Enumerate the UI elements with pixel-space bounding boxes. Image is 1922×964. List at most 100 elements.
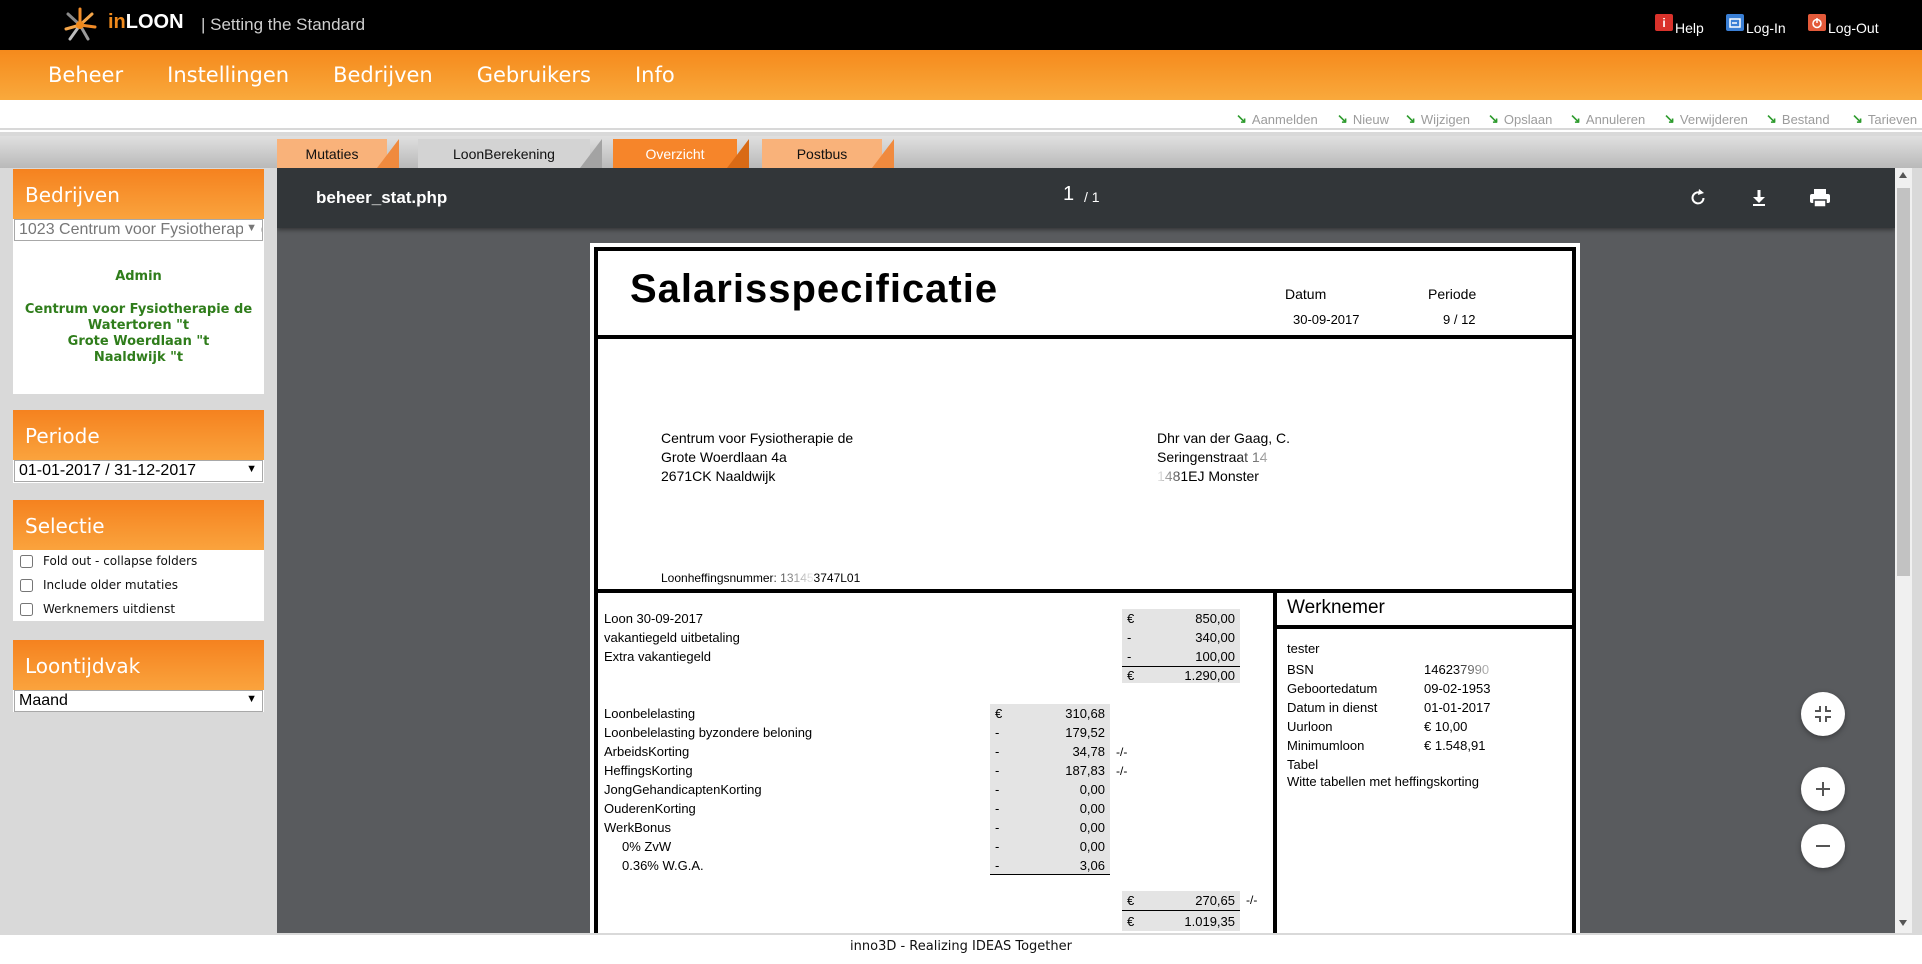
vertical-scrollbar[interactable] (1895, 168, 1912, 933)
currency: € (1127, 914, 1135, 929)
nav-info[interactable]: Info (617, 63, 693, 87)
tax-labels: Loonbelelasting Loonbelelasting byzonder… (604, 704, 812, 875)
login-link[interactable]: Log-In (1726, 14, 1786, 36)
tab-postbus[interactable]: Postbus (762, 139, 894, 168)
fit-page-button[interactable] (1801, 692, 1845, 736)
nav-beheer[interactable]: Beheer (30, 63, 141, 87)
currency: € (1127, 668, 1135, 683)
tax-label: JongGehandicaptenKorting (604, 782, 762, 797)
currency: € (995, 706, 1003, 721)
help-link[interactable]: i Help (1655, 14, 1704, 36)
werknemer-field-label: Tabel (1287, 757, 1319, 772)
print-icon[interactable] (1806, 184, 1834, 212)
loontijdvak-title: Loontijdvak (13, 640, 264, 690)
brand-name: inLOON (108, 11, 184, 34)
checkbox-label: Include older mutaties (43, 578, 178, 592)
currency: - (1127, 649, 1132, 664)
periode-title: Periode (13, 410, 264, 460)
currency: - (995, 858, 1000, 873)
tool-label: Aanmelden (1251, 111, 1318, 127)
plus-icon (1816, 782, 1830, 796)
tab-overzicht[interactable]: Overzicht (613, 139, 749, 168)
nav-bedrijven[interactable]: Bedrijven (315, 63, 451, 87)
checkbox-label: Fold out - collapse folders (43, 554, 198, 568)
fold-out-checkbox[interactable] (20, 554, 33, 568)
include-older-checkbox[interactable] (20, 578, 33, 592)
werknemer-field-label: Geboortedatum (1287, 681, 1378, 696)
arrow-down-right-icon: ↘ (1337, 111, 1348, 126)
power-icon (1808, 14, 1826, 31)
periode-label: Periode (1428, 286, 1477, 302)
scroll-up-icon[interactable] (1899, 172, 1907, 178)
arrow-down-right-icon: ↘ (1405, 111, 1416, 126)
tool-nieuw[interactable]: ↘ Nieuw (1337, 111, 1389, 127)
werknemer-field-label: Datum in dienst (1287, 700, 1378, 715)
currency: - (1127, 630, 1132, 645)
werknemer-field-label: Uurloon (1287, 719, 1333, 734)
werknemers-uitdienst-checkbox-row[interactable]: Werknemers uitdienst (20, 602, 175, 616)
zoom-out-button[interactable] (1801, 824, 1845, 868)
arrow-down-right-icon: ↘ (1664, 111, 1675, 126)
income-label: Loon 30-09-2017 (604, 611, 704, 626)
scroll-down-icon[interactable] (1899, 920, 1907, 926)
loontijdvak-select[interactable]: Maand ▼ (14, 690, 263, 712)
nav-gebruikers[interactable]: Gebruikers (459, 63, 609, 87)
werknemers-uitdienst-checkbox[interactable] (20, 602, 33, 616)
periode-panel: Periode 01-01-2017 / 31-12-2017 ▼ (13, 410, 264, 483)
net-total: 1.019,35 (1184, 914, 1235, 929)
zoom-in-button[interactable] (1801, 767, 1845, 811)
totals-amounts: € 270,65 € 1.019,35 (1122, 891, 1240, 931)
brand-prefix: in (108, 11, 126, 33)
tool-verwijderen[interactable]: ↘ Verwijderen (1664, 111, 1748, 127)
page-number: 1 (1063, 183, 1075, 205)
rotate-icon[interactable] (1684, 184, 1712, 212)
tab-fold (872, 139, 894, 168)
werknemer-labels: BSN Geboortedatum Datum in dienst Uurloo… (1287, 660, 1377, 774)
tool-aanmelden[interactable]: ↘ Aanmelden (1236, 111, 1318, 127)
currency: € (1127, 893, 1135, 908)
tool-label: Annuleren (1585, 111, 1646, 127)
chevron-down-icon: ▼ (243, 222, 257, 234)
negative-marker: -/- (1116, 745, 1128, 759)
tab-loonberekening[interactable]: LoonBerekening (418, 139, 602, 168)
logout-link[interactable]: Log-Out (1808, 14, 1879, 36)
include-older-checkbox-row[interactable]: Include older mutaties (20, 578, 178, 592)
company-line: Centrum voor Fysiotherapie de (24, 302, 253, 317)
tax-label: 0% ZvW (622, 839, 672, 854)
employee-line: Dhr van der Gaag, C. (1157, 430, 1291, 446)
tool-label: Verwijderen (1679, 111, 1748, 127)
periode-select[interactable]: 01-01-2017 / 31-12-2017 ▼ (14, 460, 263, 482)
loontijdvak-select-value: Maand (19, 692, 68, 709)
periode-select-value: 01-01-2017 / 31-12-2017 (19, 462, 197, 479)
employer-line: Grote Woerdlaan 4a (661, 449, 787, 465)
redaction-blur (772, 570, 814, 586)
tool-bestand[interactable]: ↘ Bestand (1766, 111, 1830, 127)
tab-label: LoonBerekening (453, 145, 555, 162)
loontijdvak-panel: Loontijdvak Maand ▼ (13, 640, 264, 712)
loonheffingsnummer: Loonheffingsnummer: 131453747L01 (661, 571, 861, 585)
fold-out-checkbox-row[interactable]: Fold out - collapse folders (20, 554, 197, 568)
arrow-down-right-icon: ↘ (1236, 111, 1247, 126)
amount: 0,00 (1079, 839, 1105, 854)
tool-label: Nieuw (1352, 111, 1390, 127)
werknemer-field-value: € 10,00 (1424, 719, 1468, 734)
download-icon[interactable] (1745, 184, 1773, 212)
tab-fold (727, 139, 749, 168)
tool-wijzigen[interactable]: ↘ Wijzigen (1405, 111, 1470, 127)
tax-label: Loonbelelasting byzondere beloning (604, 725, 813, 740)
amount: 34,78 (1072, 744, 1105, 759)
tab-mutaties[interactable]: Mutaties (277, 139, 399, 168)
scrollbar-thumb[interactable] (1897, 188, 1910, 576)
total-line (1122, 910, 1240, 911)
document-title: Salarisspecificatie (630, 267, 999, 311)
checkbox-label: Werknemers uitdienst (43, 602, 176, 616)
nav-instellingen[interactable]: Instellingen (149, 63, 307, 87)
main-nav: Beheer Instellingen Bedrijven Gebruikers… (0, 50, 1922, 100)
company-line: Watertoren "t (87, 318, 190, 333)
redaction-blur (1458, 659, 1500, 676)
amount: 100,00 (1195, 649, 1235, 664)
tool-tarieven[interactable]: ↘ Tarieven (1852, 111, 1917, 127)
tool-annuleren[interactable]: ↘ Annuleren (1570, 111, 1645, 127)
tool-opslaan[interactable]: ↘ Opslaan (1488, 111, 1552, 127)
bedrijf-select[interactable]: 1023 Centrum voor Fysiotherapie de Water… (14, 219, 263, 241)
